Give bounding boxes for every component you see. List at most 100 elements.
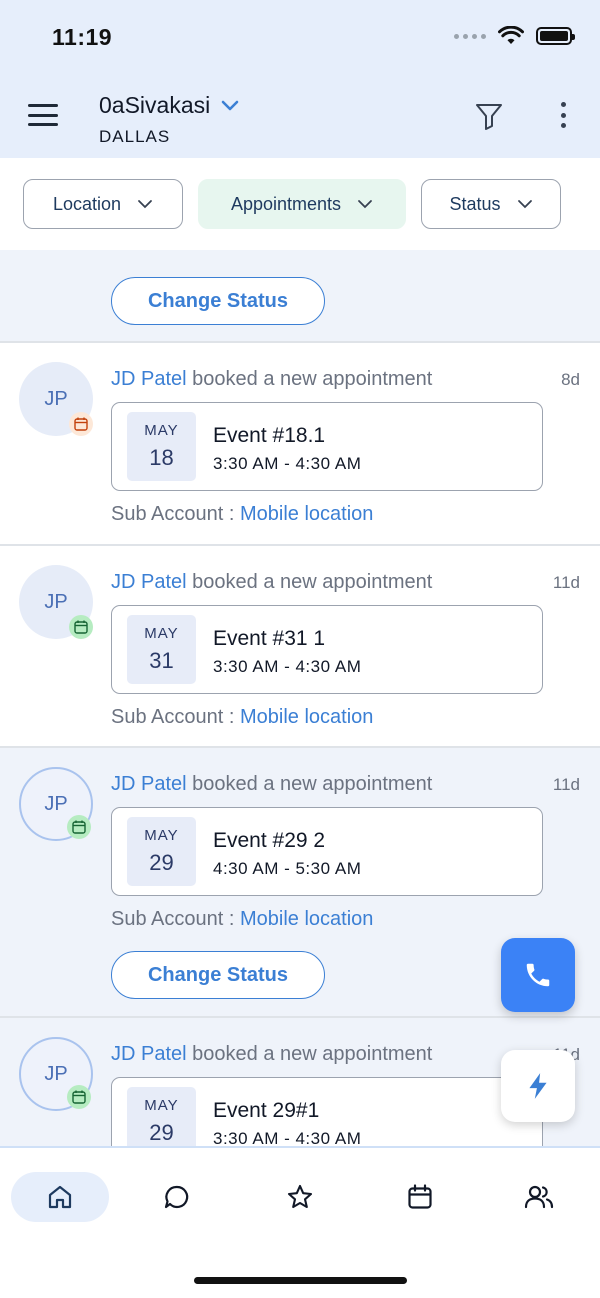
feed-item: Change Status [0, 250, 600, 343]
menu-icon-line [28, 123, 58, 126]
app-header: 11:19 0aSivakasi DALLAS [0, 0, 600, 158]
avatar-initials: JP [44, 387, 68, 410]
person-name-link[interactable]: JD Patel [111, 1043, 187, 1065]
nav-contacts[interactable] [490, 1172, 588, 1222]
event-date-box: MAY 29 [127, 1087, 196, 1146]
event-title: Event #18.1 [213, 424, 326, 447]
chip-label: Location [52, 193, 122, 214]
quick-actions-button[interactable] [501, 1050, 575, 1122]
nav-calendar[interactable] [371, 1172, 469, 1222]
calendar-badge-icon [69, 412, 93, 436]
event-day: 31 [149, 648, 174, 673]
calendar-icon [408, 1184, 432, 1209]
event-month: MAY [144, 827, 179, 844]
chip-label: Appointments [230, 193, 342, 214]
status-filter-chip[interactable]: Status [421, 179, 561, 229]
change-status-button[interactable]: Change Status [111, 951, 325, 999]
avatar-initials: JP [44, 590, 68, 613]
battery-icon [536, 27, 575, 45]
account-name-row[interactable]: 0aSivakasi [99, 92, 240, 119]
event-card[interactable]: MAY 18 Event #18.1 3:30 AM - 4:30 AM [111, 402, 543, 491]
status-time: 11:19 [52, 24, 113, 50]
event-card[interactable]: MAY 29 Event 29#1 3:30 AM - 4:30 AM [111, 1077, 543, 1146]
sub-account-link[interactable]: Mobile location [240, 503, 373, 525]
avatar: JP [19, 362, 93, 436]
filter-chip-row: Location Appointments Status [0, 158, 600, 250]
bottom-navigation [0, 1146, 600, 1298]
sub-account-line: Sub Account : Mobile location [111, 908, 373, 931]
activity-headline: JD Patel booked a new appointment [111, 1043, 432, 1066]
change-status-button[interactable]: Change Status [111, 277, 325, 325]
sub-account-link[interactable]: Mobile location [240, 706, 373, 728]
person-name-link[interactable]: JD Patel [111, 773, 187, 795]
nav-favorites[interactable] [251, 1172, 349, 1222]
appointments-filter-chip[interactable]: Appointments [198, 179, 406, 229]
activity-action: booked a new appointment [192, 1043, 433, 1065]
status-icons [454, 26, 575, 46]
filter-icon[interactable] [474, 101, 504, 131]
time-ago: 11d [552, 775, 580, 794]
avatar: JP [19, 565, 93, 639]
nav-home[interactable] [11, 1172, 109, 1222]
cellular-signal-icon [454, 33, 486, 39]
event-card[interactable]: MAY 29 Event #29 2 4:30 AM - 5:30 AM [111, 807, 543, 896]
event-title: Event #31 1 [213, 627, 326, 650]
person-name-link[interactable]: JD Patel [111, 368, 187, 390]
time-ago: 11d [552, 573, 580, 592]
feed-item[interactable]: JP JD Patel booked a new appointment 8d … [0, 343, 600, 546]
wifi-icon [498, 26, 524, 44]
menu-button[interactable] [28, 104, 58, 126]
event-month: MAY [144, 1097, 179, 1114]
activity-headline: JD Patel booked a new appointment [111, 571, 432, 594]
chip-label: Status [449, 193, 501, 214]
menu-icon-line [28, 113, 58, 117]
event-time: 4:30 AM - 5:30 AM [213, 859, 362, 878]
event-time: 3:30 AM - 4:30 AM [213, 454, 362, 473]
event-day: 18 [149, 445, 174, 470]
location-filter-chip[interactable]: Location [23, 179, 183, 229]
event-time: 3:30 AM - 4:30 AM [213, 657, 362, 676]
avatar: JP [19, 767, 93, 841]
event-date-box: MAY 18 [127, 412, 196, 481]
chat-icon [164, 1185, 189, 1209]
chevron-down-icon [221, 100, 239, 110]
event-title: Event 29#1 [213, 1099, 320, 1122]
calendar-badge-icon [69, 615, 93, 639]
activity-action: booked a new appointment [192, 571, 433, 593]
calendar-badge-icon [67, 1085, 91, 1109]
time-ago: 8d [561, 370, 580, 389]
activity-action: booked a new appointment [192, 773, 433, 795]
event-day: 29 [149, 1120, 174, 1145]
avatar-initials: JP [44, 792, 68, 815]
feed-item[interactable]: JP JD Patel booked a new appointment 11d… [0, 546, 600, 748]
home-icon [48, 1185, 72, 1209]
call-button[interactable] [501, 938, 575, 1012]
home-indicator[interactable] [194, 1277, 407, 1284]
menu-icon-line [28, 104, 58, 107]
activity-headline: JD Patel booked a new appointment [111, 773, 432, 796]
chevron-down-icon [138, 200, 152, 209]
chevron-down-icon [517, 200, 532, 209]
event-date-box: MAY 29 [127, 817, 196, 886]
star-icon [287, 1184, 313, 1209]
account-switcher[interactable]: 0aSivakasi DALLAS [99, 92, 240, 147]
account-name: 0aSivakasi [99, 92, 211, 118]
sub-account-label: Sub Account : [111, 503, 235, 525]
calendar-badge-icon [67, 815, 91, 839]
avatar-initials: JP [44, 1062, 68, 1085]
account-location: DALLAS [99, 127, 171, 146]
activity-feed[interactable]: Change Status JP JD Patel booked a new a… [0, 250, 600, 1146]
event-card[interactable]: MAY 31 Event #31 1 3:30 AM - 4:30 AM [111, 605, 543, 694]
activity-headline: JD Patel booked a new appointment [111, 368, 432, 391]
sub-account-line: Sub Account : Mobile location [111, 503, 373, 526]
chevron-down-icon [358, 200, 372, 209]
event-month: MAY [144, 625, 179, 642]
event-time: 3:30 AM - 4:30 AM [213, 1129, 362, 1146]
person-name-link[interactable]: JD Patel [111, 571, 187, 593]
more-options-icon[interactable] [550, 100, 576, 130]
event-month: MAY [144, 422, 179, 439]
sub-account-link[interactable]: Mobile location [240, 908, 373, 930]
event-title: Event #29 2 [213, 829, 326, 852]
nav-messages[interactable] [128, 1172, 226, 1222]
sub-account-label: Sub Account : [111, 908, 235, 930]
